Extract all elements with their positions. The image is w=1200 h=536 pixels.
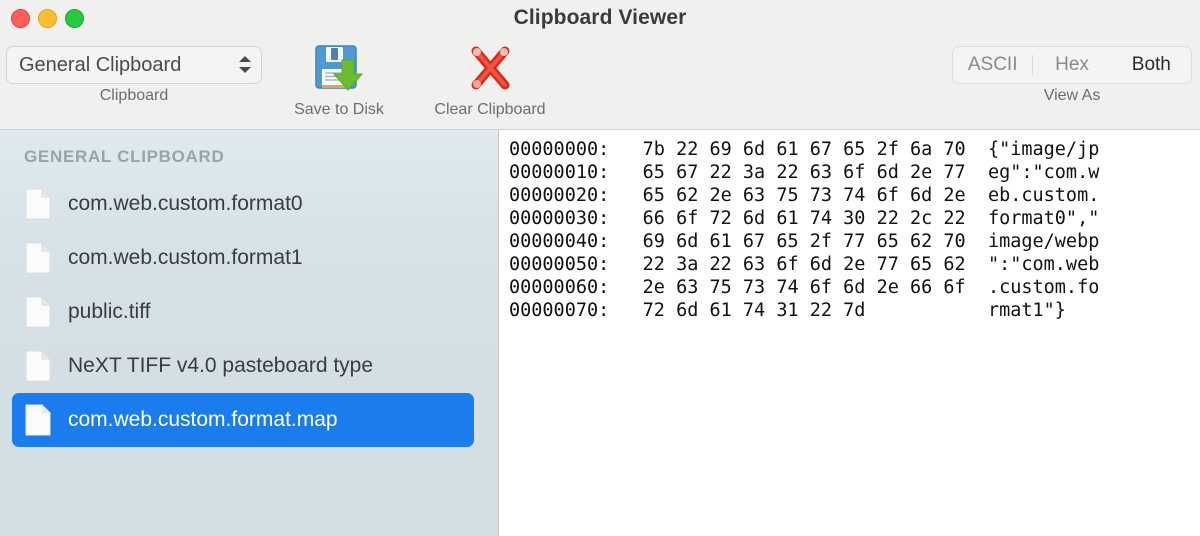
view-as-option-hex[interactable]: Hex: [1032, 47, 1111, 83]
hex-bytes: 7b 22 69 6d 61 67 65 2f 6a 70: [643, 139, 966, 160]
hex-ascii: rmat1"}: [988, 300, 1066, 321]
hex-address: 00000020:: [509, 185, 609, 206]
document-icon: [25, 350, 51, 382]
hex-dump-row: 00000040: 69 6d 61 67 65 2f 77 65 62 70 …: [509, 230, 1200, 253]
hex-dump-row: 00000050: 22 3a 22 63 6f 6d 2e 77 65 62 …: [509, 253, 1200, 276]
page-title: Clipboard Viewer: [0, 0, 1200, 36]
hex-dump-row: 00000060: 2e 63 75 73 74 6f 6d 2e 66 6f …: [509, 276, 1200, 299]
sidebar-section-title: GENERAL CLIPBOARD: [0, 140, 498, 177]
save-to-disk-label: Save to Disk: [294, 101, 384, 119]
hex-bytes: 72 6d 61 74 31 22 7d: [643, 300, 966, 321]
clipboard-viewer-window: Clipboard Viewer General Clipboard Clipb…: [0, 0, 1200, 536]
hex-ascii: {"image/jp: [988, 139, 1099, 160]
view-as-option-ascii[interactable]: ASCII: [953, 47, 1032, 83]
list-item[interactable]: NeXT TIFF v4.0 pasteboard type: [12, 339, 474, 393]
list-item-label: com.web.custom.format.map: [68, 408, 338, 432]
hex-dump-row: 00000070: 72 6d 61 74 31 22 7d rmat1"}: [509, 299, 1200, 322]
toolbar: General Clipboard Clipboard: [0, 36, 1200, 130]
hex-address: 00000060:: [509, 277, 609, 298]
hex-ascii: eg":"com.w: [988, 162, 1099, 183]
clear-clipboard-button[interactable]: [462, 42, 518, 98]
list-item[interactable]: com.web.custom.format0: [12, 177, 474, 231]
hex-address: 00000040:: [509, 231, 609, 252]
hex-ascii: format0",": [988, 208, 1099, 229]
hex-address: 00000000:: [509, 139, 609, 160]
list-item-label: com.web.custom.format0: [68, 192, 303, 216]
clipboard-group-label: Clipboard: [100, 87, 168, 105]
document-icon: [25, 242, 51, 274]
hex-ascii: ":"com.web: [988, 254, 1099, 275]
hex-ascii: image/webp: [988, 231, 1099, 252]
document-icon: [25, 296, 51, 328]
list-item-label: public.tiff: [68, 300, 151, 324]
view-as-label: View As: [1044, 87, 1101, 105]
hex-bytes: 22 3a 22 63 6f 6d 2e 77 65 62: [643, 254, 966, 275]
hex-dump-row: 00000000: 7b 22 69 6d 61 67 65 2f 6a 70 …: [509, 138, 1200, 161]
hex-dump-row: 00000020: 65 62 2e 63 75 73 74 6f 6d 2e …: [509, 184, 1200, 207]
save-to-disk-button[interactable]: [311, 42, 367, 98]
hex-address: 00000010:: [509, 162, 609, 183]
hex-address: 00000030:: [509, 208, 609, 229]
hex-bytes: 65 67 22 3a 22 63 6f 6d 2e 77: [643, 162, 966, 183]
list-item-label: com.web.custom.format1: [68, 246, 303, 270]
hex-bytes: 66 6f 72 6d 61 74 30 22 2c 22: [643, 208, 966, 229]
list-item-selected[interactable]: com.web.custom.format.map: [12, 393, 474, 447]
hex-address: 00000050:: [509, 254, 609, 275]
view-as-segmented-control[interactable]: ASCII Hex Both: [952, 46, 1192, 84]
list-item[interactable]: com.web.custom.format1: [12, 231, 474, 285]
save-to-disk-group: Save to Disk: [274, 42, 404, 119]
red-x-icon: [463, 42, 517, 99]
clipboard-popup-button[interactable]: General Clipboard: [6, 46, 262, 84]
clear-clipboard-group: Clear Clipboard: [414, 42, 566, 119]
clipboard-popup-value: General Clipboard: [19, 54, 237, 77]
chevron-up-down-icon: [237, 53, 253, 77]
window-body: GENERAL CLIPBOARD com.web.custom.format0: [0, 130, 1200, 536]
view-as-group: ASCII Hex Both View As: [952, 46, 1192, 105]
clipboard-types-sidebar: GENERAL CLIPBOARD com.web.custom.format0: [0, 130, 499, 536]
hex-bytes: 65 62 2e 63 75 73 74 6f 6d 2e: [643, 185, 966, 206]
list-item-label: NeXT TIFF v4.0 pasteboard type: [68, 354, 373, 378]
floppy-disk-download-icon: [312, 42, 366, 99]
hex-address: 00000070:: [509, 300, 609, 321]
hex-bytes: 2e 63 75 73 74 6f 6d 2e 66 6f: [643, 277, 966, 298]
document-icon: [25, 188, 51, 220]
hex-dump-row: 00000010: 65 67 22 3a 22 63 6f 6d 2e 77 …: [509, 161, 1200, 184]
hex-dump-row: 00000030: 66 6f 72 6d 61 74 30 22 2c 22 …: [509, 207, 1200, 230]
view-as-option-both[interactable]: Both: [1112, 47, 1191, 83]
document-icon: [25, 404, 51, 436]
title-bar: Clipboard Viewer: [0, 0, 1200, 36]
hex-ascii: eb.custom.: [988, 185, 1099, 206]
hex-dump-pane[interactable]: 00000000: 7b 22 69 6d 61 67 65 2f 6a 70 …: [499, 130, 1200, 536]
list-item[interactable]: public.tiff: [12, 285, 474, 339]
hex-bytes: 69 6d 61 67 65 2f 77 65 62 70: [643, 231, 966, 252]
hex-ascii: .custom.fo: [988, 277, 1099, 298]
clear-clipboard-label: Clear Clipboard: [434, 101, 545, 119]
clipboard-selector-group: General Clipboard Clipboard: [6, 46, 262, 105]
